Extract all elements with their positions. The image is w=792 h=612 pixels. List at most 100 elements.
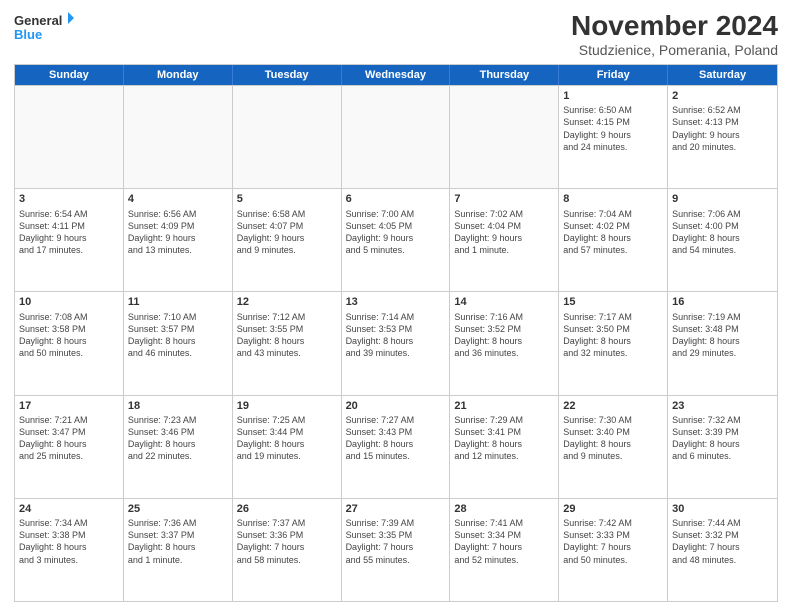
day-number: 2 <box>672 89 773 103</box>
day-detail: Sunrise: 7:29 AM Sunset: 3:41 PM Dayligh… <box>454 414 554 463</box>
day-number: 5 <box>237 192 337 206</box>
day-number: 22 <box>563 399 663 413</box>
day-detail: Sunrise: 7:37 AM Sunset: 3:36 PM Dayligh… <box>237 517 337 566</box>
cal-row-0: 1Sunrise: 6:50 AM Sunset: 4:15 PM Daylig… <box>15 85 777 188</box>
cal-cell-2-0: 10Sunrise: 7:08 AM Sunset: 3:58 PM Dayli… <box>15 292 124 394</box>
day-detail: Sunrise: 7:16 AM Sunset: 3:52 PM Dayligh… <box>454 311 554 360</box>
day-number: 28 <box>454 502 554 516</box>
cal-cell-3-4: 21Sunrise: 7:29 AM Sunset: 3:41 PM Dayli… <box>450 396 559 498</box>
weekday-header-monday: Monday <box>124 65 233 85</box>
day-detail: Sunrise: 7:23 AM Sunset: 3:46 PM Dayligh… <box>128 414 228 463</box>
day-detail: Sunrise: 6:52 AM Sunset: 4:13 PM Dayligh… <box>672 104 773 153</box>
cal-cell-2-4: 14Sunrise: 7:16 AM Sunset: 3:52 PM Dayli… <box>450 292 559 394</box>
day-number: 6 <box>346 192 446 206</box>
cal-cell-4-2: 26Sunrise: 7:37 AM Sunset: 3:36 PM Dayli… <box>233 499 342 601</box>
cal-cell-1-0: 3 Sunrise: 6:54 AM Sunset: 4:11 PM Daylig… <box>15 189 124 291</box>
day-number: 24 <box>19 502 119 516</box>
day-number: 7 <box>454 192 554 206</box>
cal-cell-1-1: 4 Sunrise: 6:56 AM Sunset: 4:09 PM Daylig… <box>124 189 233 291</box>
cal-cell-4-0: 24Sunrise: 7:34 AM Sunset: 3:38 PM Dayli… <box>15 499 124 601</box>
subtitle: Studzienice, Pomerania, Poland <box>571 42 778 58</box>
logo-svg: General Blue <box>14 10 74 46</box>
day-detail: Sunrise: 7:25 AM Sunset: 3:44 PM Dayligh… <box>237 414 337 463</box>
weekday-header-wednesday: Wednesday <box>342 65 451 85</box>
cal-cell-0-1 <box>124 86 233 188</box>
month-title: November 2024 <box>571 10 778 42</box>
cal-row-1: 3 Sunrise: 6:54 AM Sunset: 4:11 PM Daylig… <box>15 188 777 291</box>
day-detail: Sunrise: 7:10 AM Sunset: 3:57 PM Dayligh… <box>128 311 228 360</box>
cal-cell-1-6: 9 Sunrise: 7:06 AM Sunset: 4:00 PM Daylig… <box>668 189 777 291</box>
day-detail: Sunrise: 7:08 AM Sunset: 3:58 PM Dayligh… <box>19 311 119 360</box>
svg-text:Blue: Blue <box>14 27 42 42</box>
cal-cell-1-5: 8 Sunrise: 7:04 AM Sunset: 4:02 PM Daylig… <box>559 189 668 291</box>
weekday-header-tuesday: Tuesday <box>233 65 342 85</box>
day-detail: Sunrise: 7:39 AM Sunset: 3:35 PM Dayligh… <box>346 517 446 566</box>
day-detail: Sunrise: 7:34 AM Sunset: 3:38 PM Dayligh… <box>19 517 119 566</box>
cal-cell-4-5: 29Sunrise: 7:42 AM Sunset: 3:33 PM Dayli… <box>559 499 668 601</box>
day-detail: Sunrise: 7:44 AM Sunset: 3:32 PM Dayligh… <box>672 517 773 566</box>
cal-row-3: 17Sunrise: 7:21 AM Sunset: 3:47 PM Dayli… <box>15 395 777 498</box>
day-number: 25 <box>128 502 228 516</box>
day-detail: Sunrise: 7:00 AM Sunset: 4:05 PM Dayligh… <box>346 208 446 257</box>
day-detail: Sunrise: 7:21 AM Sunset: 3:47 PM Dayligh… <box>19 414 119 463</box>
cal-cell-2-5: 15Sunrise: 7:17 AM Sunset: 3:50 PM Dayli… <box>559 292 668 394</box>
day-number: 1 <box>563 89 663 103</box>
cal-cell-4-3: 27Sunrise: 7:39 AM Sunset: 3:35 PM Dayli… <box>342 499 451 601</box>
day-detail: Sunrise: 7:42 AM Sunset: 3:33 PM Dayligh… <box>563 517 663 566</box>
day-detail: Sunrise: 7:02 AM Sunset: 4:04 PM Dayligh… <box>454 208 554 257</box>
cal-row-2: 10Sunrise: 7:08 AM Sunset: 3:58 PM Dayli… <box>15 291 777 394</box>
day-detail: Sunrise: 6:58 AM Sunset: 4:07 PM Dayligh… <box>237 208 337 257</box>
cal-cell-2-2: 12Sunrise: 7:12 AM Sunset: 3:55 PM Dayli… <box>233 292 342 394</box>
day-detail: Sunrise: 6:54 AM Sunset: 4:11 PM Dayligh… <box>19 208 119 257</box>
cal-cell-4-6: 30Sunrise: 7:44 AM Sunset: 3:32 PM Dayli… <box>668 499 777 601</box>
day-number: 19 <box>237 399 337 413</box>
day-number: 3 <box>19 192 119 206</box>
day-detail: Sunrise: 7:32 AM Sunset: 3:39 PM Dayligh… <box>672 414 773 463</box>
cal-cell-4-4: 28Sunrise: 7:41 AM Sunset: 3:34 PM Dayli… <box>450 499 559 601</box>
weekday-header-friday: Friday <box>559 65 668 85</box>
cal-cell-0-6: 2Sunrise: 6:52 AM Sunset: 4:13 PM Daylig… <box>668 86 777 188</box>
day-detail: Sunrise: 7:41 AM Sunset: 3:34 PM Dayligh… <box>454 517 554 566</box>
day-number: 18 <box>128 399 228 413</box>
day-detail: Sunrise: 7:04 AM Sunset: 4:02 PM Dayligh… <box>563 208 663 257</box>
weekday-header-sunday: Sunday <box>15 65 124 85</box>
day-number: 20 <box>346 399 446 413</box>
day-number: 15 <box>563 295 663 309</box>
cal-cell-4-1: 25Sunrise: 7:36 AM Sunset: 3:37 PM Dayli… <box>124 499 233 601</box>
day-number: 16 <box>672 295 773 309</box>
day-detail: Sunrise: 7:30 AM Sunset: 3:40 PM Dayligh… <box>563 414 663 463</box>
cal-cell-2-6: 16 Sunrise: 7:19 AM Sunset: 3:48 PM Dayli… <box>668 292 777 394</box>
title-block: November 2024 Studzienice, Pomerania, Po… <box>571 10 778 58</box>
cal-cell-3-2: 19Sunrise: 7:25 AM Sunset: 3:44 PM Dayli… <box>233 396 342 498</box>
day-detail: Sunrise: 7:36 AM Sunset: 3:37 PM Dayligh… <box>128 517 228 566</box>
day-number: 12 <box>237 295 337 309</box>
calendar-body: 1Sunrise: 6:50 AM Sunset: 4:15 PM Daylig… <box>15 85 777 601</box>
day-detail: Sunrise: 7:06 AM Sunset: 4:00 PM Dayligh… <box>672 208 773 257</box>
day-detail: Sunrise: 7:27 AM Sunset: 3:43 PM Dayligh… <box>346 414 446 463</box>
day-number: 23 <box>672 399 773 413</box>
day-number: 26 <box>237 502 337 516</box>
calendar-header: SundayMondayTuesdayWednesdayThursdayFrid… <box>15 65 777 85</box>
weekday-header-saturday: Saturday <box>668 65 777 85</box>
day-number: 11 <box>128 295 228 309</box>
day-number: 17 <box>19 399 119 413</box>
cal-cell-0-4 <box>450 86 559 188</box>
cal-cell-0-0 <box>15 86 124 188</box>
day-detail: Sunrise: 7:19 AM Sunset: 3:48 PM Dayligh… <box>672 311 773 360</box>
header: General Blue November 2024 Studzienice, … <box>14 10 778 58</box>
day-number: 21 <box>454 399 554 413</box>
cal-cell-2-3: 13Sunrise: 7:14 AM Sunset: 3:53 PM Dayli… <box>342 292 451 394</box>
cal-cell-1-4: 7 Sunrise: 7:02 AM Sunset: 4:04 PM Daylig… <box>450 189 559 291</box>
cal-cell-3-0: 17Sunrise: 7:21 AM Sunset: 3:47 PM Dayli… <box>15 396 124 498</box>
day-number: 8 <box>563 192 663 206</box>
day-number: 9 <box>672 192 773 206</box>
cal-cell-1-2: 5 Sunrise: 6:58 AM Sunset: 4:07 PM Daylig… <box>233 189 342 291</box>
day-number: 4 <box>128 192 228 206</box>
day-detail: Sunrise: 7:14 AM Sunset: 3:53 PM Dayligh… <box>346 311 446 360</box>
cal-cell-3-6: 23Sunrise: 7:32 AM Sunset: 3:39 PM Dayli… <box>668 396 777 498</box>
day-detail: Sunrise: 6:56 AM Sunset: 4:09 PM Dayligh… <box>128 208 228 257</box>
cal-cell-0-2 <box>233 86 342 188</box>
day-number: 30 <box>672 502 773 516</box>
day-number: 29 <box>563 502 663 516</box>
day-detail: Sunrise: 6:50 AM Sunset: 4:15 PM Dayligh… <box>563 104 663 153</box>
